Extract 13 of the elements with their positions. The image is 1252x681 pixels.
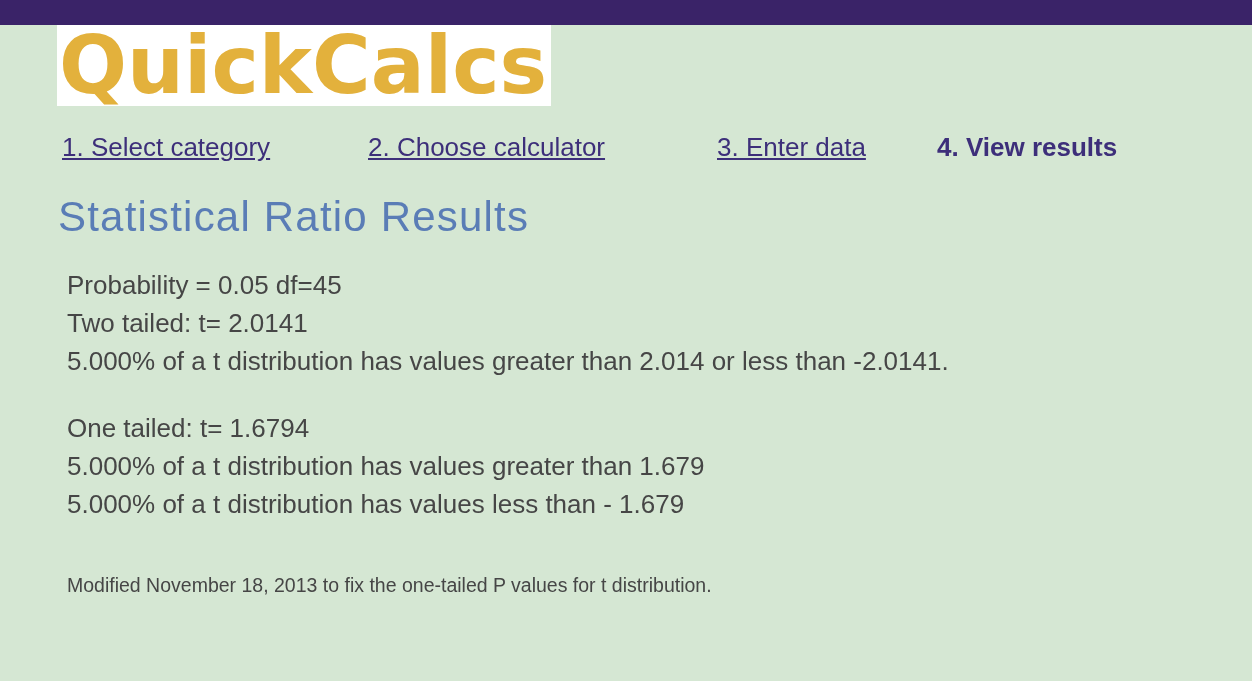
result-line: One tailed: t= 1.6794 — [67, 412, 310, 445]
result-line: Two tailed: t= 2.0141 — [67, 307, 308, 340]
result-line: Probability = 0.05 df=45 — [67, 269, 342, 302]
step-link[interactable]: 3. Enter data — [717, 132, 866, 162]
logo: QuickCalcs — [57, 25, 551, 106]
step-link[interactable]: 2. Choose calculator — [368, 132, 606, 162]
modified-note: Modified November 18, 2013 to fix the one-tailed P values for t distribution. — [67, 574, 712, 596]
step-link[interactable]: 1. Select category — [62, 132, 271, 162]
result-line: 5.000% of a t distribution has values less than - 1.679 — [67, 488, 685, 521]
result-line: 5.000% of a t distribution has values greater than 2.014 or less than -2.0141. — [67, 345, 949, 378]
current-step: 4. View results — [937, 132, 1118, 162]
page-title: Statistical Ratio Results — [58, 194, 530, 240]
result-line: 5.000% of a t distribution has values greater than 1.679 — [67, 450, 705, 483]
